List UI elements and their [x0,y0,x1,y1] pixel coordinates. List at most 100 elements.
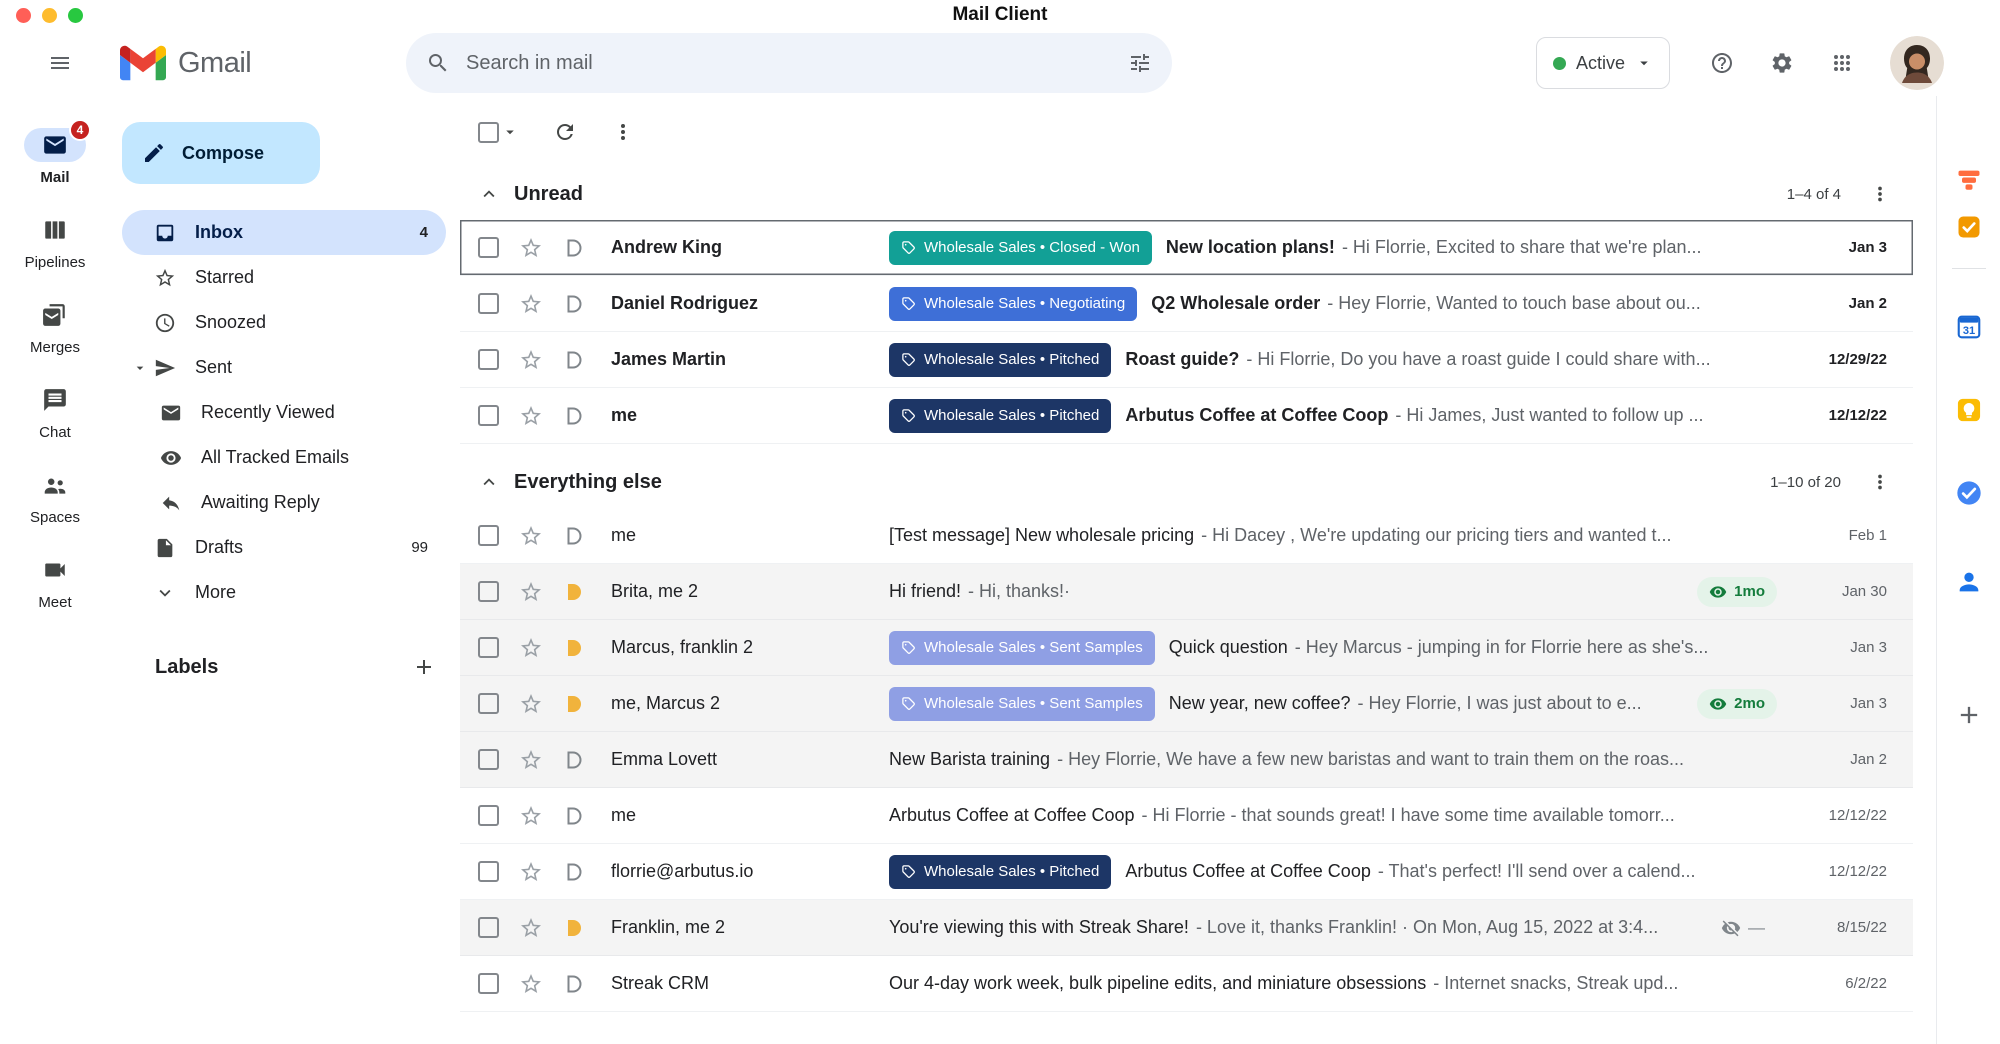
star-icon[interactable] [519,692,543,716]
star-icon[interactable] [519,748,543,772]
pipeline-stage-badge[interactable]: Wholesale Sales • Pitched [889,399,1111,433]
panel-calendar-button[interactable]: 31 [1955,313,1983,346]
row-checkbox[interactable] [478,405,499,426]
rail-item-spaces[interactable]: Spaces [0,468,110,526]
close-window-button[interactable] [16,8,31,23]
streak-box-icon[interactable] [561,636,585,660]
panel-tasks-button[interactable] [1955,479,1983,512]
row-checkbox[interactable] [478,637,499,658]
row-checkbox[interactable] [478,581,499,602]
email-row[interactable]: me, Marcus 2Wholesale Sales • Sent Sampl… [460,676,1913,732]
pipeline-stage-badge[interactable]: Wholesale Sales • Negotiating [889,287,1137,321]
email-row[interactable]: Daniel RodriguezWholesale Sales • Negoti… [460,276,1913,332]
rail-item-mail[interactable]: 4Mail [0,128,110,186]
row-checkbox[interactable] [478,693,499,714]
streak-box-icon[interactable] [561,580,585,604]
star-icon[interactable] [519,972,543,996]
select-all-checkbox[interactable] [478,122,499,143]
rail-item-meet[interactable]: Meet [0,553,110,611]
row-checkbox[interactable] [478,293,499,314]
panel-streak-tasks-button[interactable] [1955,213,1983,246]
rail-item-merges[interactable]: Merges [0,298,110,356]
sidebar-item-more[interactable]: More [122,570,446,615]
collapse-section-icon[interactable] [478,471,500,493]
collapse-section-icon[interactable] [478,183,500,205]
email-row[interactable]: James MartinWholesale Sales • PitchedRoa… [460,332,1913,388]
star-icon[interactable] [519,916,543,940]
rail-item-chat[interactable]: Chat [0,383,110,441]
refresh-icon[interactable] [553,120,577,144]
streak-box-icon[interactable] [561,404,585,428]
more-options-icon[interactable] [611,120,635,144]
email-row[interactable]: Franklin, me 2You're viewing this with S… [460,900,1913,956]
pipeline-stage-badge[interactable]: Wholesale Sales • Pitched [889,343,1111,377]
streak-box-icon[interactable] [561,804,585,828]
streak-box-icon[interactable] [561,236,585,260]
star-icon[interactable] [519,348,543,372]
pipeline-stage-badge[interactable]: Wholesale Sales • Sent Samples [889,687,1155,721]
account-avatar[interactable] [1890,36,1944,90]
panel-contacts-button[interactable] [1955,568,1983,601]
sidebar-item-inbox[interactable]: Inbox4 [122,210,446,255]
main-menu-button[interactable] [34,37,86,89]
streak-box-icon[interactable] [561,860,585,884]
zoom-window-button[interactable] [68,8,83,23]
sidebar-item-all-tracked-emails[interactable]: All Tracked Emails [122,435,446,480]
section-menu-icon[interactable] [1869,183,1891,205]
panel-get-addons-button[interactable] [1955,701,1983,734]
streak-box-icon[interactable] [561,292,585,316]
select-caret-icon[interactable] [501,123,519,141]
email-row[interactable]: Streak CRMOur 4-day work week, bulk pipe… [460,956,1913,1012]
settings-button[interactable] [1756,37,1808,89]
star-icon[interactable] [519,524,543,548]
row-checkbox[interactable] [478,917,499,938]
support-button[interactable] [1696,37,1748,89]
pipeline-stage-badge[interactable]: Wholesale Sales • Pitched [889,855,1111,889]
star-icon[interactable] [519,292,543,316]
sidebar-item-snoozed[interactable]: Snoozed [122,300,446,345]
search-input[interactable] [466,52,1112,75]
sidebar-item-drafts[interactable]: Drafts99 [122,525,446,570]
search-icon[interactable] [426,51,450,75]
streak-box-icon[interactable] [561,972,585,996]
panel-keep-button[interactable] [1955,396,1983,429]
streak-status-dropdown[interactable]: Active [1536,37,1670,89]
rail-item-pipelines[interactable]: Pipelines [0,213,110,271]
row-checkbox[interactable] [478,805,499,826]
minimize-window-button[interactable] [42,8,57,23]
streak-box-icon[interactable] [561,524,585,548]
streak-box-icon[interactable] [561,916,585,940]
email-row[interactable]: me[Test message] New wholesale pricing- … [460,508,1913,564]
streak-box-icon[interactable] [561,692,585,716]
expander-caret-icon[interactable] [132,360,148,376]
sidebar-item-sent[interactable]: Sent [122,345,446,390]
row-checkbox[interactable] [478,973,499,994]
email-row[interactable]: florrie@arbutus.ioWholesale Sales • Pitc… [460,844,1913,900]
row-checkbox[interactable] [478,237,499,258]
panel-streak-button[interactable] [1955,166,1983,199]
email-row[interactable]: meArbutus Coffee at Coffee Coop- Hi Flor… [460,788,1913,844]
star-icon[interactable] [519,580,543,604]
row-checkbox[interactable] [478,861,499,882]
star-icon[interactable] [519,404,543,428]
search-options-icon[interactable] [1128,51,1152,75]
section-menu-icon[interactable] [1869,471,1891,493]
gmail-logo[interactable]: Gmail [120,45,406,81]
star-icon[interactable] [519,860,543,884]
row-checkbox[interactable] [478,349,499,370]
pipeline-stage-badge[interactable]: Wholesale Sales • Sent Samples [889,631,1155,665]
star-icon[interactable] [519,636,543,660]
row-checkbox[interactable] [478,525,499,546]
create-label-icon[interactable] [412,655,436,679]
streak-box-icon[interactable] [561,748,585,772]
sidebar-item-recently-viewed[interactable]: Recently Viewed [122,390,446,435]
email-row[interactable]: Emma LovettNew Barista training- Hey Flo… [460,732,1913,788]
select-all-control[interactable] [478,122,519,143]
star-icon[interactable] [519,804,543,828]
email-row[interactable]: Andrew KingWholesale Sales • Closed - Wo… [460,220,1913,276]
pipeline-stage-badge[interactable]: Wholesale Sales • Closed - Won [889,231,1152,265]
google-apps-button[interactable] [1816,37,1868,89]
row-checkbox[interactable] [478,749,499,770]
email-row[interactable]: meWholesale Sales • PitchedArbutus Coffe… [460,388,1913,444]
email-row[interactable]: Marcus, franklin 2Wholesale Sales • Sent… [460,620,1913,676]
